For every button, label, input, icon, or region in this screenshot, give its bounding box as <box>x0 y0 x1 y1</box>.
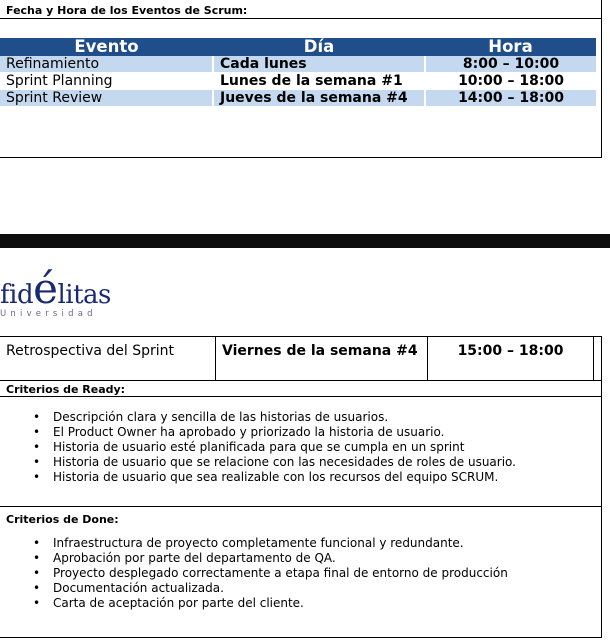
list-item: Descripción clara y sencilla de las hist… <box>33 410 516 425</box>
day-cell: Cada lunes <box>213 56 426 73</box>
list-item: Historia de usuario que sea realizable c… <box>33 470 516 485</box>
done-title: Criterios de Done: <box>6 513 119 526</box>
done-list: Infraestructura de proyecto completament… <box>33 536 508 611</box>
ready-list: Descripción clara y sencilla de las hist… <box>33 410 516 485</box>
table-row: Retrospectiva del Sprint Viernes de la s… <box>0 337 602 383</box>
event-cell: Sprint Planning <box>0 72 214 90</box>
ready-title: Criterios de Ready: <box>6 383 126 396</box>
table-row: Refinamiento Cada lunes 8:00 – 10:00 <box>0 56 596 73</box>
list-item: Documentación actualizada. <box>33 581 508 596</box>
day-cell: Lunes de la semana #1 <box>213 72 426 90</box>
day-cell: Jueves de la semana #4 <box>213 89 426 107</box>
header-dia: Día <box>213 38 425 56</box>
schedule-title: Fecha y Hora de los Eventos de Scrum: <box>6 4 248 17</box>
divider <box>0 506 602 507</box>
list-item: Proyecto desplegado correctamente a etap… <box>33 566 508 581</box>
list-item: El Product Owner ha aprobado y priorizad… <box>33 425 516 440</box>
day-cell: Viernes de la semana #4 <box>216 337 428 380</box>
header-evento: Evento <box>0 38 213 56</box>
event-cell: Sprint Review <box>0 89 214 107</box>
logo-wordmark: fidélitas <box>0 264 111 313</box>
fidelitas-logo: fidélitas Universidad <box>0 258 130 322</box>
page-footer-band <box>0 234 610 248</box>
header-hora: Hora <box>425 38 596 56</box>
divider <box>0 380 602 381</box>
table-row: Sprint Review Jueves de la semana #4 14:… <box>0 89 596 107</box>
list-item: Historia de usuario esté planificada par… <box>33 440 516 455</box>
criteria-section: Retrospectiva del Sprint Viernes de la s… <box>0 336 602 638</box>
time-cell: 8:00 – 10:00 <box>425 56 596 73</box>
table-row: Sprint Planning Lunes de la semana #1 10… <box>0 72 596 90</box>
list-item: Historia de usuario que se relacione con… <box>33 455 516 470</box>
logo-subtitle: Universidad <box>0 309 97 319</box>
list-item: Infraestructura de proyecto completament… <box>33 536 508 551</box>
event-cell: Retrospectiva del Sprint <box>0 337 216 380</box>
list-item: Carta de aceptación por parte del client… <box>33 596 508 611</box>
event-cell: Refinamiento <box>0 56 214 73</box>
list-item: Aprobación por parte del departamento de… <box>33 551 508 566</box>
table-header-row: Evento Día Hora <box>0 38 596 56</box>
divider <box>0 396 602 397</box>
time-cell: 14:00 – 18:00 <box>425 89 596 107</box>
time-cell: 10:00 – 18:00 <box>425 72 596 90</box>
schedule-section: Fecha y Hora de los Eventos de Scrum: Ev… <box>0 0 602 158</box>
divider <box>0 18 602 19</box>
events-table: Evento Día Hora Refinamiento Cada lunes … <box>0 38 596 107</box>
time-cell: 15:00 – 18:00 <box>428 337 594 380</box>
